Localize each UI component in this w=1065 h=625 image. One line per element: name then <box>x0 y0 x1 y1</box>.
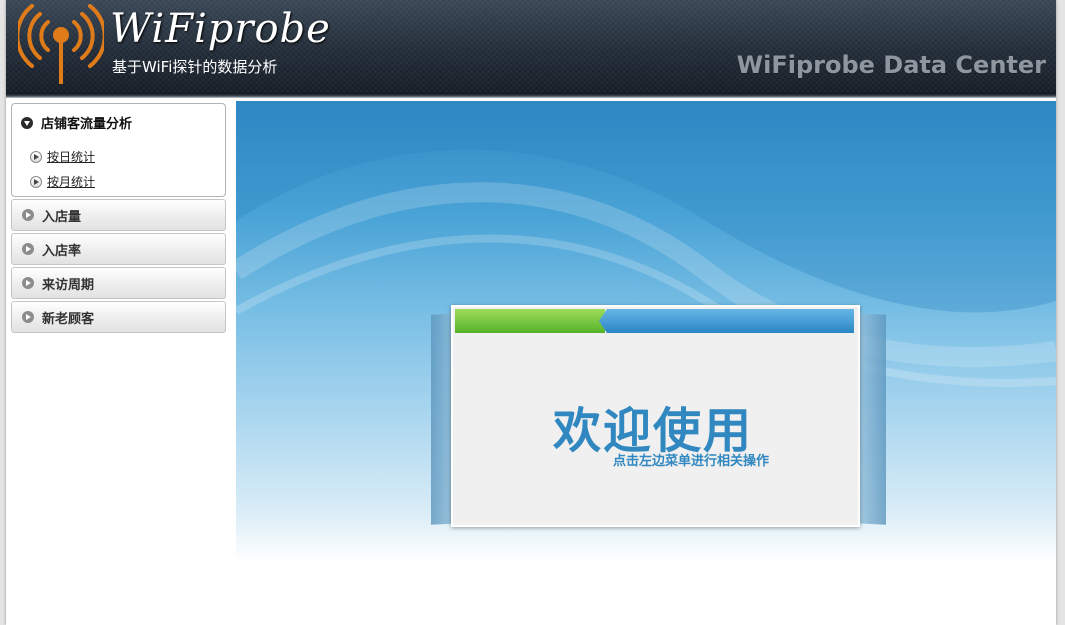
sidebar-group-store-visits[interactable]: 入店量 <box>11 199 226 231</box>
circle-right-icon <box>22 277 34 289</box>
sidebar-item-monthly: 按月统计 <box>30 173 95 190</box>
logo-subtitle: 基于WiFi探针的数据分析 <box>112 58 278 76</box>
play-bullet-icon <box>30 150 42 163</box>
card-bar-blue <box>599 309 854 333</box>
sidebar: 店铺客流量分析 按日统计 按月统计 入店量 入店率 来访周期 新老顾客 <box>11 103 226 335</box>
sidebar-group-label: 入店率 <box>42 243 82 259</box>
play-bullet-icon <box>30 175 42 188</box>
sidebar-group-label: 来访周期 <box>42 277 95 293</box>
card-shadow-right <box>856 313 886 525</box>
app-frame: WiFiprobe 基于WiFi探针的数据分析 WiFiprobe Data C… <box>6 0 1056 625</box>
sidebar-group-visit-cycle[interactable]: 来访周期 <box>11 267 226 299</box>
sidebar-group-new-returning[interactable]: 新老顾客 <box>11 301 226 333</box>
sidebar-item-daily: 按日统计 <box>30 148 95 165</box>
sidebar-link-monthly[interactable]: 按月统计 <box>47 173 95 190</box>
logo-title: WiFiprobe <box>110 6 331 52</box>
circle-right-icon <box>22 311 34 323</box>
sidebar-group-visit-rate[interactable]: 入店率 <box>11 233 226 265</box>
sidebar-link-daily[interactable]: 按日统计 <box>47 148 95 165</box>
header-divider <box>6 93 1056 98</box>
main-welcome-panel: 欢迎使用 点击左边菜单进行相关操作 <box>236 101 1056 625</box>
sidebar-group-header[interactable]: 店铺客流量分析 <box>21 113 132 132</box>
circle-right-icon <box>22 243 34 255</box>
sidebar-group-store-traffic: 店铺客流量分析 按日统计 按月统计 <box>11 103 226 197</box>
circle-down-icon <box>21 116 33 129</box>
sidebar-group-label: 新老顾客 <box>42 311 95 327</box>
sidebar-group-label: 入店量 <box>42 209 82 225</box>
card-bar-green <box>455 309 605 333</box>
circle-right-icon <box>22 209 34 221</box>
welcome-subtitle: 点击左边菜单进行相关操作 <box>613 454 770 469</box>
welcome-card: 欢迎使用 点击左边菜单进行相关操作 <box>451 305 860 527</box>
wifi-antenna-icon <box>18 4 104 84</box>
sidebar-group-label: 店铺客流量分析 <box>41 117 133 132</box>
header-banner: WiFiprobe 基于WiFi探针的数据分析 WiFiprobe Data C… <box>6 0 1056 93</box>
header-right-title: WiFiprobe Data Center <box>736 51 1046 79</box>
